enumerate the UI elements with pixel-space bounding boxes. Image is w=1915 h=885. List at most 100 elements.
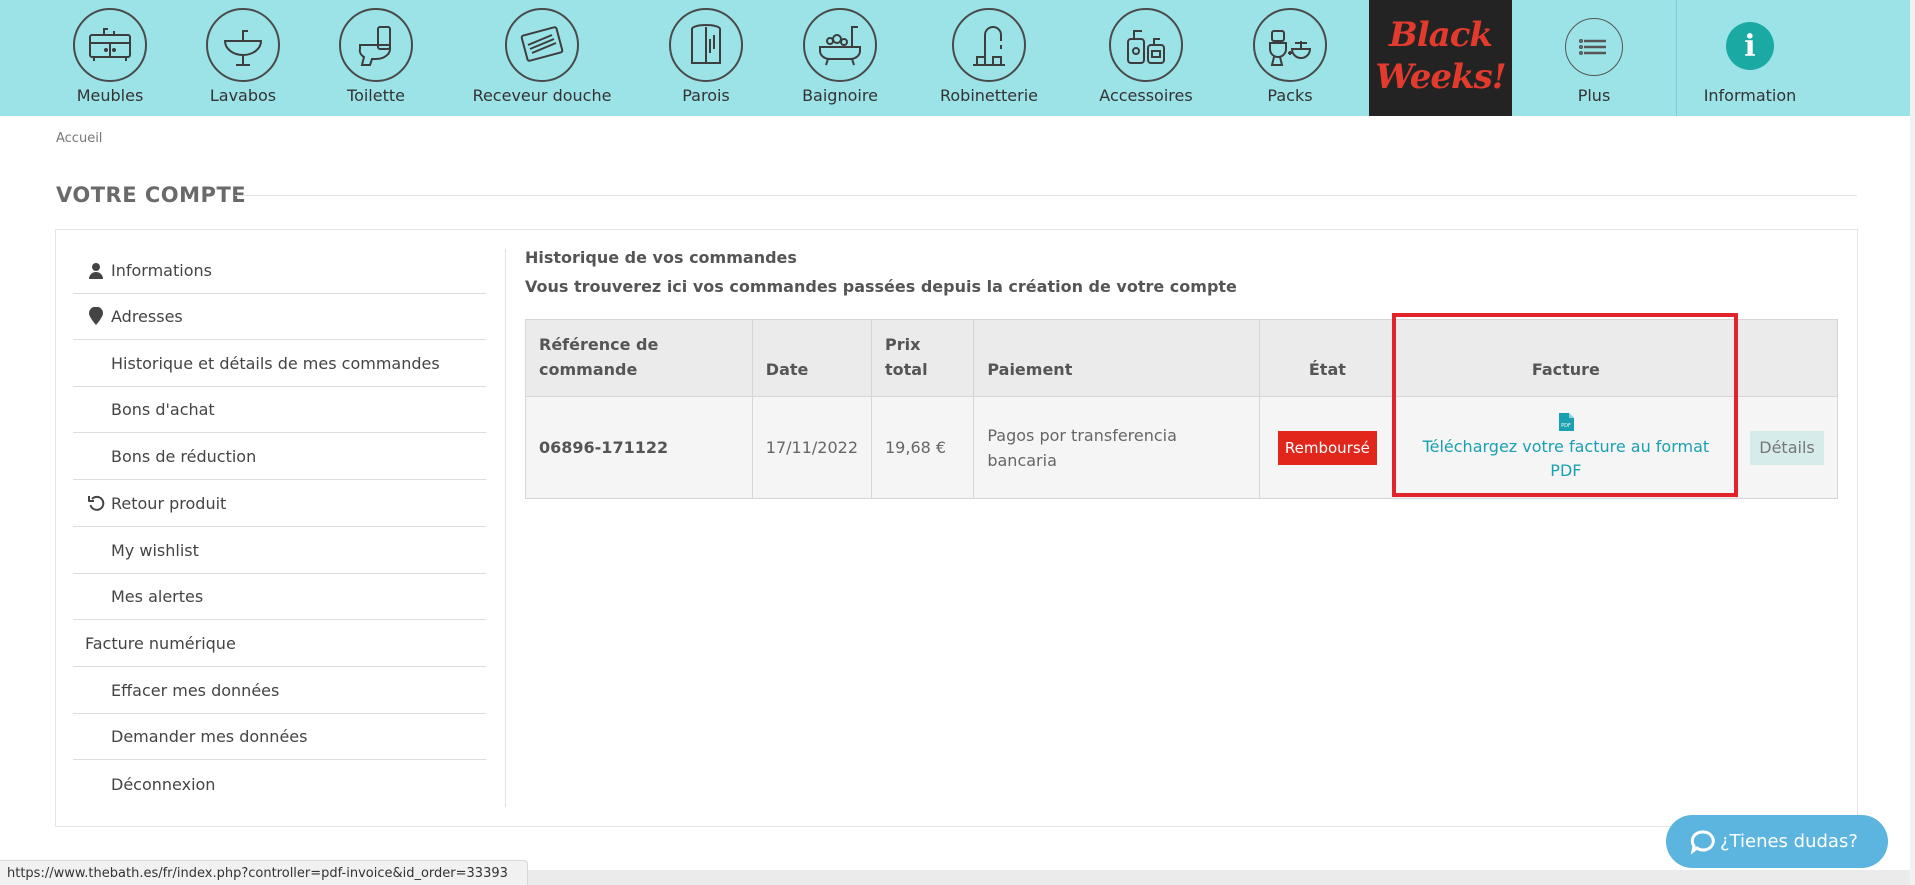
order-status-cell: Remboursé <box>1259 396 1396 499</box>
sidebar-item-alerts[interactable]: Mes alertes <box>73 574 486 620</box>
page-scrollbar[interactable] <box>1910 0 1915 885</box>
shower-enclosure-icon <box>669 8 743 82</box>
order-actions-cell: Détails <box>1735 396 1839 499</box>
nav-label: Accessoires <box>1099 86 1193 105</box>
nav-label: Lavabos <box>209 86 277 105</box>
nav-item-packs[interactable]: Packs <box>1240 0 1340 116</box>
sidebar-item-label: Bons d'achat <box>111 400 215 419</box>
table-row: 06896-171122 17/11/2022 19,68 € Pagos po… <box>525 396 1839 499</box>
chat-button[interactable]: ¿Tienes dudas? <box>1666 815 1888 868</box>
title-divider <box>235 195 1857 196</box>
sidebar-item-label: Bons de réduction <box>111 447 257 466</box>
bathroom-cabinet-icon <box>73 8 147 82</box>
nav-label: Packs <box>1267 86 1313 105</box>
page-title: VOTRE COMPTE <box>56 183 247 207</box>
user-icon <box>87 261 105 279</box>
header-order-reference: Référence de commande <box>525 319 753 397</box>
nav-item-toilette[interactable]: Toilette <box>326 0 426 116</box>
order-payment: Pagos por transferencia bancaria <box>973 396 1260 499</box>
nav-item-meubles[interactable]: Meubles <box>60 0 160 116</box>
bottom-strip <box>528 870 1915 885</box>
sidebar-item-label: Facture numérique <box>85 634 236 653</box>
order-total: 19,68 € <box>870 396 975 499</box>
sidebar-item-label: Déconnexion <box>111 774 216 794</box>
header-date: Date <box>751 319 873 397</box>
svg-text:PDF: PDF <box>1561 423 1571 429</box>
header-payment: Paiement <box>973 319 1260 397</box>
nav-item-robinetterie[interactable]: Robinetterie <box>930 0 1048 116</box>
nav-label: Information <box>1703 86 1797 105</box>
order-reference: 06896-171122 <box>525 396 753 499</box>
sidebar-item-request-data[interactable]: Demander mes données <box>73 714 486 760</box>
sidebar-item-discounts[interactable]: Bons de réduction <box>73 434 486 480</box>
sidebar-item-product-return[interactable]: Retour produit <box>73 481 486 527</box>
nav-label: Receveur douche <box>472 86 612 105</box>
orders-table: Référence de commande Date Prix total Pa… <box>525 319 1839 499</box>
sidebar-item-digital-invoice[interactable]: Facture numérique <box>73 621 486 667</box>
status-badge: Remboursé <box>1277 430 1377 465</box>
sidebar-item-order-history[interactable]: Historique et détails de mes commandes <box>73 341 486 387</box>
sidebar-item-erase-data[interactable]: Effacer mes données <box>73 668 486 714</box>
sidebar-item-label: My wishlist <box>111 541 199 560</box>
washbasin-icon <box>206 8 280 82</box>
nav-item-lavabos[interactable]: Lavabos <box>193 0 293 116</box>
nav-divider <box>1676 0 1677 116</box>
nav-item-baignoire[interactable]: Baignoire <box>790 0 890 116</box>
order-history-subheading: Vous trouverez ici vos commandes passées… <box>525 277 1237 296</box>
faucet-icon <box>952 8 1026 82</box>
sidebar-item-wishlist[interactable]: My wishlist <box>73 528 486 574</box>
info-glyph: i <box>1744 28 1756 64</box>
nav-label: Baignoire <box>802 86 878 105</box>
order-date: 17/11/2022 <box>751 396 873 499</box>
nav-label: Toilette <box>347 86 405 105</box>
sidebar-item-label: Demander mes données <box>111 727 308 746</box>
sidebar-item-adresses[interactable]: Adresses <box>73 294 486 340</box>
nav-label: Robinetterie <box>939 86 1039 105</box>
sidebar-item-label: Informations <box>111 261 212 280</box>
shower-tray-icon <box>505 8 579 82</box>
pack-icon <box>1253 8 1327 82</box>
table-header-row: Référence de commande Date Prix total Pa… <box>525 319 1839 397</box>
sidebar-item-label: Effacer mes données <box>111 681 280 700</box>
list-icon <box>1565 18 1623 76</box>
promo-line-1: Black <box>1389 15 1493 55</box>
sidebar-item-label: Historique et détails de mes commandes <box>111 354 440 373</box>
nav-item-information[interactable]: i Information <box>1695 0 1805 116</box>
nav-item-receveur-douche[interactable]: Receveur douche <box>466 0 618 116</box>
sidebar-item-vouchers[interactable]: Bons d'achat <box>73 387 486 433</box>
sidebar-divider <box>505 249 506 807</box>
black-weeks-banner[interactable]: Black Weeks! <box>1369 0 1512 116</box>
nav-label: Meubles <box>76 86 144 105</box>
sidebar-item-label: Adresses <box>111 307 183 326</box>
details-button[interactable]: Détails <box>1750 430 1824 465</box>
nav-item-parois[interactable]: Parois <box>656 0 756 116</box>
download-invoice-label: Téléchargez votre facture au format PDF <box>1422 436 1710 480</box>
header-total: Prix total <box>870 319 975 397</box>
header-invoice: Facture <box>1394 319 1737 397</box>
sidebar-item-label: Mes alertes <box>111 587 204 606</box>
sidebar-item-informations[interactable]: Informations <box>73 248 486 294</box>
undo-icon <box>87 494 105 512</box>
chat-label: ¿Tienes dudas? <box>1720 831 1858 852</box>
nav-item-plus[interactable]: Plus <box>1544 0 1644 116</box>
chat-bubble-icon <box>1690 829 1715 855</box>
order-history-heading: Historique de vos commandes <box>525 248 797 267</box>
promo-line-2: Weeks! <box>1375 57 1506 97</box>
browser-status-url: https://www.thebath.es/fr/index.php?cont… <box>0 860 528 885</box>
soap-dispenser-icon <box>1109 8 1183 82</box>
sidebar-item-label: Retour produit <box>111 494 227 513</box>
order-invoice-cell: PDF Téléchargez votre facture au format … <box>1394 396 1737 499</box>
top-navigation: Meubles Lavabos Toilette Receveur douche… <box>0 0 1910 116</box>
sidebar-item-logout[interactable]: Déconnexion <box>73 761 486 807</box>
toilet-icon <box>339 8 413 82</box>
info-icon: i <box>1726 22 1774 70</box>
header-status: État <box>1259 319 1396 397</box>
pdf-file-icon: PDF <box>1558 412 1574 431</box>
header-actions <box>1735 319 1839 397</box>
nav-item-accessoires[interactable]: Accessoires <box>1086 0 1206 116</box>
download-invoice-link[interactable]: PDF Téléchargez votre facture au format … <box>1409 412 1723 483</box>
nav-label: Plus <box>1577 86 1611 105</box>
nav-label: Parois <box>682 86 730 105</box>
bathtub-icon <box>803 8 877 82</box>
breadcrumb[interactable]: Accueil <box>56 131 102 146</box>
